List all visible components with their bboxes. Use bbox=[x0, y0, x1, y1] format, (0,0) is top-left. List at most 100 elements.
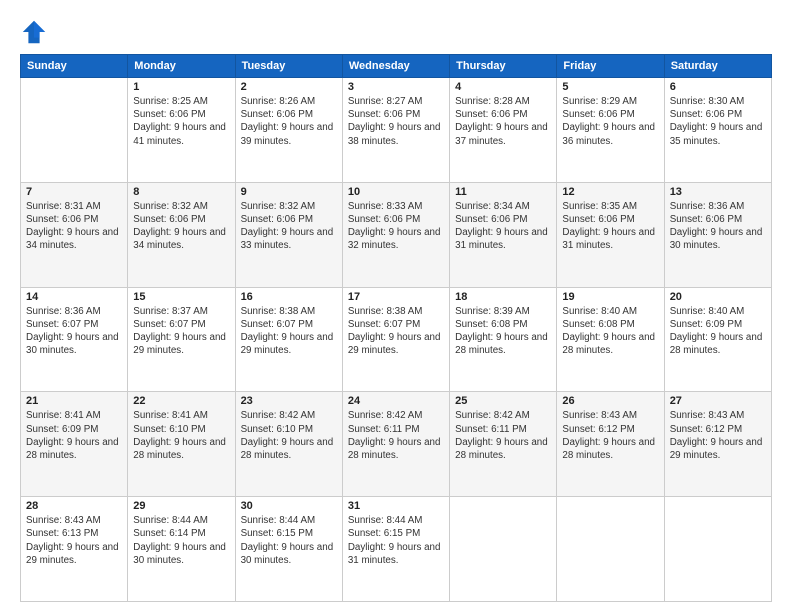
day-cell: 14 Sunrise: 8:36 AMSunset: 6:07 PMDayligh… bbox=[21, 287, 128, 392]
day-number: 16 bbox=[241, 291, 337, 303]
day-number: 9 bbox=[241, 186, 337, 198]
day-info: Sunrise: 8:44 AMSunset: 6:14 PMDaylight:… bbox=[133, 514, 229, 567]
day-info: Sunrise: 8:43 AMSunset: 6:12 PMDaylight:… bbox=[562, 409, 658, 462]
day-cell: 2 Sunrise: 8:26 AMSunset: 6:06 PMDaylight… bbox=[235, 78, 342, 183]
day-number: 7 bbox=[26, 186, 122, 198]
day-info: Sunrise: 8:40 AMSunset: 6:08 PMDaylight:… bbox=[562, 305, 658, 358]
day-number: 11 bbox=[455, 186, 551, 198]
header bbox=[20, 18, 772, 46]
week-row-3: 14 Sunrise: 8:36 AMSunset: 6:07 PMDayligh… bbox=[21, 287, 772, 392]
day-number: 23 bbox=[241, 395, 337, 407]
day-info: Sunrise: 8:34 AMSunset: 6:06 PMDaylight:… bbox=[455, 200, 551, 253]
day-info: Sunrise: 8:25 AMSunset: 6:06 PMDaylight:… bbox=[133, 95, 229, 148]
day-info: Sunrise: 8:41 AMSunset: 6:10 PMDaylight:… bbox=[133, 409, 229, 462]
day-cell: 16 Sunrise: 8:38 AMSunset: 6:07 PMDayligh… bbox=[235, 287, 342, 392]
day-number: 15 bbox=[133, 291, 229, 303]
day-cell: 21 Sunrise: 8:41 AMSunset: 6:09 PMDayligh… bbox=[21, 392, 128, 497]
weekday-header-thursday: Thursday bbox=[450, 55, 557, 78]
day-cell bbox=[664, 497, 771, 602]
day-info: Sunrise: 8:35 AMSunset: 6:06 PMDaylight:… bbox=[562, 200, 658, 253]
day-number: 10 bbox=[348, 186, 444, 198]
day-number: 26 bbox=[562, 395, 658, 407]
day-number: 31 bbox=[348, 500, 444, 512]
day-number: 13 bbox=[670, 186, 766, 198]
day-number: 2 bbox=[241, 81, 337, 93]
day-cell: 12 Sunrise: 8:35 AMSunset: 6:06 PMDayligh… bbox=[557, 182, 664, 287]
day-cell: 11 Sunrise: 8:34 AMSunset: 6:06 PMDayligh… bbox=[450, 182, 557, 287]
day-cell: 13Sunrise: 8:36 AMSunset: 6:06 PMDayligh… bbox=[664, 182, 771, 287]
day-info: Sunrise: 8:43 AMSunset: 6:13 PMDaylight:… bbox=[26, 514, 122, 567]
day-info: Sunrise: 8:42 AMSunset: 6:10 PMDaylight:… bbox=[241, 409, 337, 462]
day-info: Sunrise: 8:39 AMSunset: 6:08 PMDaylight:… bbox=[455, 305, 551, 358]
day-number: 8 bbox=[133, 186, 229, 198]
day-cell: 7 Sunrise: 8:31 AMSunset: 6:06 PMDaylight… bbox=[21, 182, 128, 287]
day-info: Sunrise: 8:27 AMSunset: 6:06 PMDaylight:… bbox=[348, 95, 444, 148]
day-number: 14 bbox=[26, 291, 122, 303]
day-cell bbox=[557, 497, 664, 602]
day-cell: 28 Sunrise: 8:43 AMSunset: 6:13 PMDayligh… bbox=[21, 497, 128, 602]
week-row-4: 21 Sunrise: 8:41 AMSunset: 6:09 PMDayligh… bbox=[21, 392, 772, 497]
week-row-5: 28 Sunrise: 8:43 AMSunset: 6:13 PMDayligh… bbox=[21, 497, 772, 602]
day-number: 25 bbox=[455, 395, 551, 407]
weekday-header-monday: Monday bbox=[128, 55, 235, 78]
day-cell: 19 Sunrise: 8:40 AMSunset: 6:08 PMDayligh… bbox=[557, 287, 664, 392]
day-number: 19 bbox=[562, 291, 658, 303]
week-row-2: 7 Sunrise: 8:31 AMSunset: 6:06 PMDaylight… bbox=[21, 182, 772, 287]
day-number: 27 bbox=[670, 395, 766, 407]
day-number: 18 bbox=[455, 291, 551, 303]
weekday-header-tuesday: Tuesday bbox=[235, 55, 342, 78]
day-number: 24 bbox=[348, 395, 444, 407]
day-info: Sunrise: 8:38 AMSunset: 6:07 PMDaylight:… bbox=[241, 305, 337, 358]
day-info: Sunrise: 8:32 AMSunset: 6:06 PMDaylight:… bbox=[133, 200, 229, 253]
day-cell: 6Sunrise: 8:30 AMSunset: 6:06 PMDaylight… bbox=[664, 78, 771, 183]
day-cell: 29 Sunrise: 8:44 AMSunset: 6:14 PMDayligh… bbox=[128, 497, 235, 602]
day-number: 4 bbox=[455, 81, 551, 93]
weekday-header-row: SundayMondayTuesdayWednesdayThursdayFrid… bbox=[21, 55, 772, 78]
day-info: Sunrise: 8:32 AMSunset: 6:06 PMDaylight:… bbox=[241, 200, 337, 253]
day-cell: 18 Sunrise: 8:39 AMSunset: 6:08 PMDayligh… bbox=[450, 287, 557, 392]
weekday-header-sunday: Sunday bbox=[21, 55, 128, 78]
day-number: 5 bbox=[562, 81, 658, 93]
day-info: Sunrise: 8:41 AMSunset: 6:09 PMDaylight:… bbox=[26, 409, 122, 462]
logo bbox=[20, 18, 52, 46]
day-cell: 15 Sunrise: 8:37 AMSunset: 6:07 PMDayligh… bbox=[128, 287, 235, 392]
day-cell: 25 Sunrise: 8:42 AMSunset: 6:11 PMDayligh… bbox=[450, 392, 557, 497]
day-info: Sunrise: 8:36 AMSunset: 6:07 PMDaylight:… bbox=[26, 305, 122, 358]
day-info: Sunrise: 8:42 AMSunset: 6:11 PMDaylight:… bbox=[348, 409, 444, 462]
day-cell bbox=[21, 78, 128, 183]
day-info: Sunrise: 8:33 AMSunset: 6:06 PMDaylight:… bbox=[348, 200, 444, 253]
day-number: 17 bbox=[348, 291, 444, 303]
day-number: 20 bbox=[670, 291, 766, 303]
weekday-header-wednesday: Wednesday bbox=[342, 55, 449, 78]
weekday-header-saturday: Saturday bbox=[664, 55, 771, 78]
day-cell: 27 Sunrise: 8:43 AMSunset: 6:12 PMDayligh… bbox=[664, 392, 771, 497]
day-number: 28 bbox=[26, 500, 122, 512]
day-cell bbox=[450, 497, 557, 602]
page: SundayMondayTuesdayWednesdayThursdayFrid… bbox=[0, 0, 792, 612]
day-number: 29 bbox=[133, 500, 229, 512]
day-info: Sunrise: 8:44 AMSunset: 6:15 PMDaylight:… bbox=[348, 514, 444, 567]
day-info: Sunrise: 8:29 AMSunset: 6:06 PMDaylight:… bbox=[562, 95, 658, 148]
day-cell: 8 Sunrise: 8:32 AMSunset: 6:06 PMDaylight… bbox=[128, 182, 235, 287]
day-info: Sunrise: 8:28 AMSunset: 6:06 PMDaylight:… bbox=[455, 95, 551, 148]
day-number: 21 bbox=[26, 395, 122, 407]
day-number: 3 bbox=[348, 81, 444, 93]
day-cell: 1Sunrise: 8:25 AMSunset: 6:06 PMDaylight… bbox=[128, 78, 235, 183]
day-number: 12 bbox=[562, 186, 658, 198]
day-info: Sunrise: 8:31 AMSunset: 6:06 PMDaylight:… bbox=[26, 200, 122, 253]
day-info: Sunrise: 8:38 AMSunset: 6:07 PMDaylight:… bbox=[348, 305, 444, 358]
day-cell: 4 Sunrise: 8:28 AMSunset: 6:06 PMDaylight… bbox=[450, 78, 557, 183]
day-info: Sunrise: 8:43 AMSunset: 6:12 PMDaylight:… bbox=[670, 409, 766, 462]
day-cell: 30Sunrise: 8:44 AMSunset: 6:15 PMDayligh… bbox=[235, 497, 342, 602]
day-cell: 26 Sunrise: 8:43 AMSunset: 6:12 PMDayligh… bbox=[557, 392, 664, 497]
day-number: 6 bbox=[670, 81, 766, 93]
day-number: 22 bbox=[133, 395, 229, 407]
day-info: Sunrise: 8:26 AMSunset: 6:06 PMDaylight:… bbox=[241, 95, 337, 148]
day-cell: 23 Sunrise: 8:42 AMSunset: 6:10 PMDayligh… bbox=[235, 392, 342, 497]
day-info: Sunrise: 8:42 AMSunset: 6:11 PMDaylight:… bbox=[455, 409, 551, 462]
day-info: Sunrise: 8:44 AMSunset: 6:15 PMDaylight:… bbox=[241, 514, 337, 567]
day-cell: 9 Sunrise: 8:32 AMSunset: 6:06 PMDaylight… bbox=[235, 182, 342, 287]
day-cell: 17 Sunrise: 8:38 AMSunset: 6:07 PMDayligh… bbox=[342, 287, 449, 392]
day-info: Sunrise: 8:37 AMSunset: 6:07 PMDaylight:… bbox=[133, 305, 229, 358]
day-cell: 22 Sunrise: 8:41 AMSunset: 6:10 PMDayligh… bbox=[128, 392, 235, 497]
